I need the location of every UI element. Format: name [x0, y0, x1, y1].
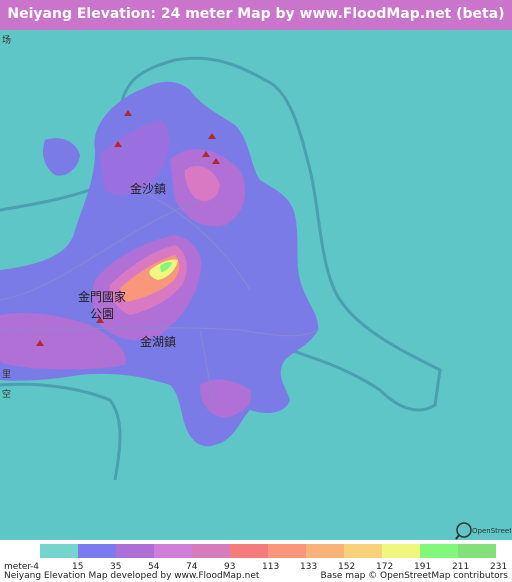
elevation-map[interactable]: 金沙鎮 金門國家 公園 金湖鎮 场 里 空 — [0, 30, 512, 540]
park-label-line2: 公園 — [90, 307, 115, 321]
park-label-line1: 金門國家 — [78, 290, 127, 304]
town-label-north: 金沙鎮 — [130, 182, 167, 196]
openstreetmap-badge-text: OpenStreetMap — [472, 527, 511, 535]
legend-color-bar — [40, 544, 496, 558]
legend-swatch — [230, 544, 268, 558]
legend-swatch — [458, 544, 496, 558]
legend-value-label: 113 — [262, 562, 280, 572]
legend-swatch — [306, 544, 344, 558]
legend-swatch — [420, 544, 458, 558]
legend-swatch — [78, 544, 116, 558]
edge-label-left-1: 里 — [2, 370, 12, 380]
legend-swatch — [40, 544, 78, 558]
map-title: Neiyang Elevation: 24 meter Map by www.F… — [7, 6, 505, 22]
legend-swatch — [192, 544, 230, 558]
town-label-south: 金湖鎮 — [140, 335, 177, 349]
edge-label-left-2: 空 — [2, 390, 12, 400]
legend-swatch — [344, 544, 382, 558]
legend-swatch — [154, 544, 192, 558]
legend-value-label: 133 — [300, 562, 318, 572]
edge-label-top-left: 场 — [2, 36, 12, 46]
footer-credit: Neiyang Elevation Map developed by www.F… — [4, 571, 260, 581]
legend-swatch — [382, 544, 420, 558]
legend-swatch — [116, 544, 154, 558]
magnifier-icon — [456, 522, 472, 538]
footer-attribution: Base map © OpenStreetMap contributors — [320, 571, 508, 581]
openstreetmap-badge: OpenStreetMap — [455, 519, 512, 541]
map-canvas — [0, 30, 512, 540]
legend-swatch — [268, 544, 306, 558]
